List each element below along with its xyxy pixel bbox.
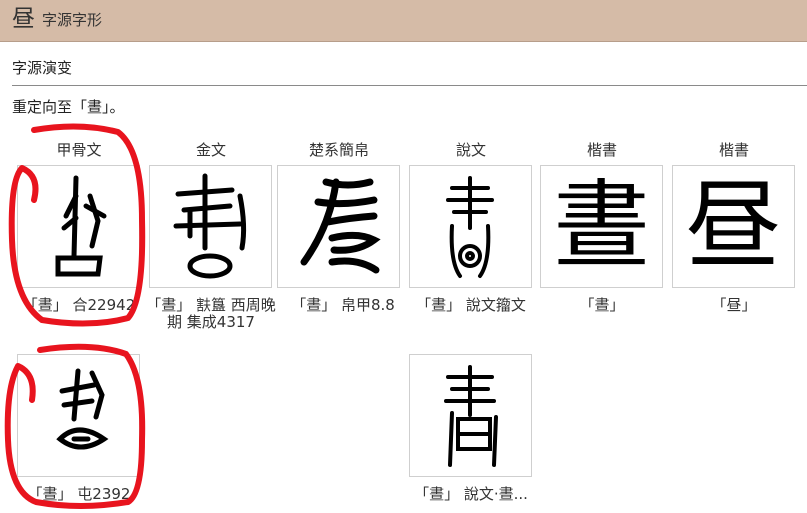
caption-oracle-2: 「晝」 屯2392 — [27, 485, 131, 503]
page-title: 字源字形 — [42, 11, 103, 29]
glyph-card-oracle-2[interactable] — [17, 354, 140, 477]
glyph-card-regular-2[interactable]: 昼 — [672, 165, 795, 288]
caption-chu: 「晝」 帛甲8.8 — [291, 296, 395, 314]
bronze-glyph-icon — [173, 173, 247, 279]
regular-glyph-zhou-simplified: 昼 — [685, 170, 782, 282]
title-bar: 昼 字源字形 — [0, 0, 807, 42]
glyph-card-regular-1[interactable]: 晝 — [540, 165, 663, 288]
caption-shuowen: 「晝」 說文籀文 — [416, 296, 526, 314]
redirect-notice: 重定向至「晝」。 — [12, 98, 125, 116]
glyph-card-oracle-1[interactable] — [17, 165, 140, 288]
oracle-bone-glyph-icon — [56, 368, 109, 450]
oracle-bone-glyph-icon — [55, 175, 107, 277]
caption-oracle-1: 「晝」 合22942 — [22, 296, 136, 314]
category-shuowen: 說文 — [455, 141, 486, 159]
caption-bronze: 「晝」 㝬簋 西周晚期 集成4317 — [146, 296, 276, 331]
glyph-card-bronze[interactable] — [149, 165, 272, 288]
caption-shuowen-2: 「晝」 說文‧晝... — [414, 485, 528, 503]
category-chu-slips: 楚系簡帛 — [308, 141, 369, 159]
title-char-icon: 昼 — [12, 6, 35, 32]
glyph-card-shuowen[interactable] — [409, 165, 532, 288]
category-bronze: 金文 — [195, 141, 226, 159]
section-title: 字源演变 — [12, 59, 73, 77]
category-oracle-bone: 甲骨文 — [56, 141, 102, 159]
shuowen-glyph-icon — [444, 365, 498, 467]
caption-regular-2: 「昼」 — [711, 296, 757, 314]
section-divider — [12, 85, 807, 86]
glyph-card-chu[interactable] — [277, 165, 400, 288]
glyph-card-shuowen-2[interactable] — [409, 354, 532, 477]
caption-regular-1: 「晝」 — [579, 296, 625, 314]
chu-slip-glyph-icon — [300, 178, 381, 274]
category-regular-script: 楷書 — [586, 141, 617, 159]
category-regular-script-2: 楷書 — [718, 141, 749, 159]
shuowen-glyph-icon — [446, 176, 494, 278]
regular-glyph-zhou: 晝 — [553, 170, 650, 282]
